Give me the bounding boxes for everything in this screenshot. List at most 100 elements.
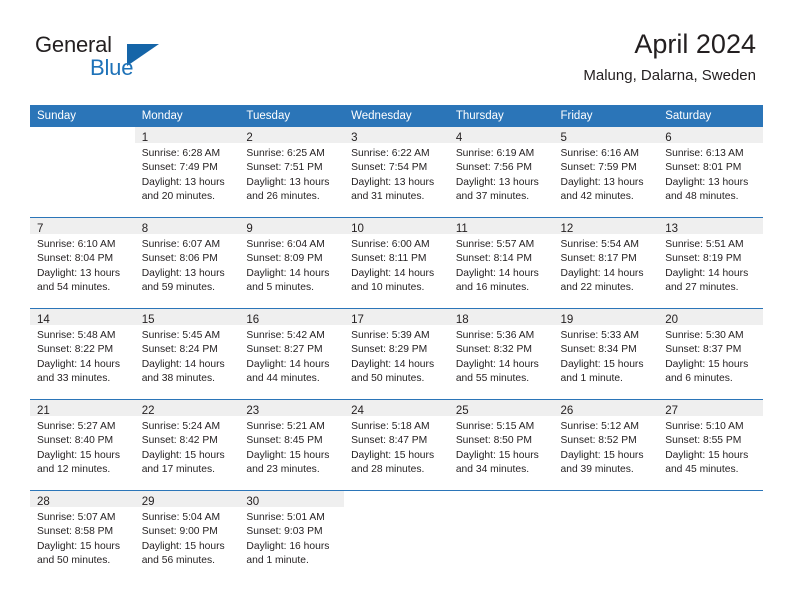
day-detail-line: Daylight: 14 hours [665, 267, 749, 279]
calendar-day-cell[interactable]: 1 Sunrise: 6:28 AM Sunset: 7:49 PM Daylight… [134, 127, 240, 218]
day-number-strip: 2 [239, 127, 345, 144]
day-detail-line: Sunset: 8:09 PM [246, 253, 323, 265]
day-number-strip: 9 [239, 218, 345, 235]
page-header: General Blue April 2024 Malung, Dalarna,… [0, 0, 792, 100]
day-detail-line: Sunset: 8:04 PM [37, 253, 114, 265]
day-number: 18 [455, 314, 469, 326]
day-detail-line: Sunrise: 5:33 AM [560, 330, 639, 341]
day-detail-line: and 22 minutes. [560, 281, 634, 293]
day-details: Sunrise: 5:18 AM Sunset: 8:47 PM Daylight:… [344, 416, 449, 477]
day-detail-line: and 6 minutes. [665, 372, 733, 384]
day-details: Sunrise: 5:24 AM Sunset: 8:42 PM Daylight:… [135, 416, 240, 477]
day-detail-line: and 38 minutes. [141, 372, 215, 384]
day-details: Sunrise: 6:10 AM Sunset: 8:04 PM Daylight:… [30, 234, 135, 295]
day-detail-line: Sunset: 8:27 PM [246, 344, 323, 356]
day-detail-line: Daylight: 15 hours [141, 449, 225, 461]
day-detail-line: Sunset: 7:54 PM [351, 162, 428, 174]
calendar-day-cell[interactable]: 21 Sunrise: 5:27 AM Sunset: 8:40 PM Dayligh… [30, 399, 135, 491]
day-detail-line: Sunrise: 6:13 AM [665, 148, 744, 159]
day-detail-line: Sunset: 8:32 PM [455, 344, 532, 356]
day-detail-line: Sunrise: 5:12 AM [560, 421, 639, 432]
calendar-week-row: 14 Sunrise: 5:48 AM Sunset: 8:22 PM Dayligh… [30, 308, 763, 400]
calendar-day-cell[interactable]: 6 Sunrise: 6:13 AM Sunset: 8:01 PM Daylight… [658, 127, 763, 218]
calendar-day-cell[interactable]: 12 Sunrise: 5:54 AM Sunset: 8:17 PM Dayligh… [553, 217, 659, 309]
day-detail-line: Daylight: 14 hours [455, 358, 539, 370]
weekday-header-wednesday: Wednesday [344, 105, 449, 127]
calendar-day-cell[interactable]: 25 Sunrise: 5:15 AM Sunset: 8:50 PM Dayligh… [448, 399, 554, 491]
day-number-strip: 10 [344, 218, 449, 235]
day-number: 24 [351, 405, 364, 417]
calendar-week-row: 28 Sunrise: 5:07 AM Sunset: 8:58 PM Dayligh… [30, 490, 763, 581]
day-details: Sunrise: 5:04 AM Sunset: 9:00 PM Daylight:… [135, 507, 240, 568]
day-details: Sunrise: 5:33 AM Sunset: 8:34 PM Daylight:… [554, 325, 659, 386]
day-detail-line: and 54 minutes. [37, 281, 111, 293]
calendar-day-cell[interactable]: 15 Sunrise: 5:45 AM Sunset: 8:24 PM Dayligh… [134, 308, 240, 400]
day-detail-line: and 1 minute. [560, 372, 623, 384]
day-detail-line: Sunrise: 5:39 AM [351, 330, 430, 341]
calendar-day-cell[interactable]: 4 Sunrise: 6:19 AM Sunset: 7:56 PM Daylight… [448, 127, 554, 218]
day-number-strip [554, 491, 659, 507]
day-detail-line: Sunrise: 5:24 AM [141, 421, 221, 432]
day-number: 7 [37, 223, 44, 235]
page-subtitle: Malung, Dalarna, Sweden [583, 67, 756, 84]
day-detail-line: Daylight: 15 hours [141, 540, 225, 552]
calendar-day-cell[interactable]: 18 Sunrise: 5:36 AM Sunset: 8:32 PM Dayligh… [448, 308, 554, 400]
calendar-day-cell[interactable]: 26 Sunrise: 5:12 AM Sunset: 8:52 PM Dayligh… [553, 399, 659, 491]
calendar-day-cell[interactable]: 28 Sunrise: 5:07 AM Sunset: 8:58 PM Dayligh… [30, 490, 135, 581]
day-number: 10 [351, 223, 364, 235]
day-number: 16 [246, 314, 260, 326]
day-detail-line: Sunrise: 5:10 AM [665, 421, 744, 432]
calendar-day-cell[interactable]: 7 Sunrise: 6:10 AM Sunset: 8:04 PM Daylight… [30, 217, 135, 309]
day-number-strip: 24 [344, 400, 449, 417]
day-number: 27 [665, 405, 679, 417]
day-number: 28 [37, 496, 50, 508]
day-number-strip: 23 [239, 400, 345, 417]
day-number-strip: 11 [448, 218, 554, 235]
day-detail-line: Sunset: 8:29 PM [351, 344, 428, 356]
day-number-strip: 16 [239, 309, 345, 326]
day-number-strip [658, 491, 763, 507]
day-number: 19 [560, 314, 574, 326]
calendar-table: Sunday Monday Tuesday Wednesday Thursday Frid… [30, 105, 763, 581]
day-details: Sunrise: 5:36 AM Sunset: 8:32 PM Daylight:… [449, 325, 554, 386]
calendar-day-cell[interactable]: 11 Sunrise: 5:57 AM Sunset: 8:14 PM Dayligh… [448, 217, 554, 309]
day-number: 23 [246, 405, 260, 417]
calendar-day-cell[interactable]: 29 Sunrise: 5:04 AM Sunset: 9:00 PM Dayligh… [134, 490, 240, 581]
calendar-day-cell[interactable]: 19 Sunrise: 5:33 AM Sunset: 8:34 PM Dayligh… [553, 308, 659, 400]
calendar-day-cell[interactable]: 8 Sunrise: 6:07 AM Sunset: 8:06 PM Daylight… [134, 217, 240, 309]
calendar-day-cell[interactable]: 10 Sunrise: 6:00 AM Sunset: 8:11 PM Dayligh… [344, 217, 449, 309]
day-number-strip: 7 [30, 218, 135, 235]
day-details: Sunrise: 5:51 AM Sunset: 8:19 PM Daylight:… [658, 234, 763, 295]
day-details: Sunrise: 5:39 AM Sunset: 8:29 PM Daylight:… [344, 325, 449, 386]
calendar-day-cell[interactable]: 30 Sunrise: 5:01 AM Sunset: 9:03 PM Dayligh… [239, 490, 345, 581]
calendar-day-cell[interactable]: 9 Sunrise: 6:04 AM Sunset: 8:09 PM Daylight… [239, 217, 345, 309]
calendar-day-cell[interactable]: 3 Sunrise: 6:22 AM Sunset: 7:54 PM Daylight… [344, 127, 449, 218]
day-detail-line: and 33 minutes. [37, 372, 111, 384]
day-number: 4 [455, 132, 463, 144]
day-detail-line: Sunrise: 6:19 AM [455, 148, 535, 159]
day-details: Sunrise: 6:00 AM Sunset: 8:11 PM Daylight:… [344, 234, 449, 295]
weekday-header-friday: Friday [553, 105, 659, 127]
calendar-day-cell[interactable]: 2 Sunrise: 6:25 AM Sunset: 7:51 PM Daylight… [239, 127, 345, 218]
day-detail-line: Sunrise: 6:16 AM [560, 148, 639, 159]
day-number: 11 [455, 223, 468, 235]
day-detail-line: Sunset: 8:45 PM [246, 435, 323, 447]
day-number-strip: 13 [658, 218, 763, 235]
day-detail-line: and 17 minutes. [141, 463, 215, 475]
day-detail-line: Sunset: 9:03 PM [246, 526, 323, 538]
calendar-day-cell[interactable]: 20 Sunrise: 5:30 AM Sunset: 8:37 PM Dayligh… [658, 308, 763, 400]
calendar-day-cell[interactable]: 22 Sunrise: 5:24 AM Sunset: 8:42 PM Dayligh… [134, 399, 240, 491]
calendar-day-cell[interactable]: 16 Sunrise: 5:42 AM Sunset: 8:27 PM Dayligh… [239, 308, 345, 400]
calendar-day-cell[interactable]: 27 Sunrise: 5:10 AM Sunset: 8:55 PM Dayligh… [658, 399, 763, 491]
calendar-day-cell[interactable]: 24 Sunrise: 5:18 AM Sunset: 8:47 PM Dayligh… [344, 399, 449, 491]
calendar-day-cell[interactable]: 13 Sunrise: 5:51 AM Sunset: 8:19 PM Dayligh… [658, 217, 763, 309]
calendar-day-cell[interactable]: 23 Sunrise: 5:21 AM Sunset: 8:45 PM Dayligh… [239, 399, 345, 491]
calendar-day-cell[interactable]: 14 Sunrise: 5:48 AM Sunset: 8:22 PM Dayligh… [30, 308, 135, 400]
calendar-day-cell[interactable]: 17 Sunrise: 5:39 AM Sunset: 8:29 PM Dayligh… [344, 308, 449, 400]
day-detail-line: Sunrise: 6:25 AM [246, 148, 325, 159]
day-detail-line: Sunset: 7:49 PM [141, 162, 218, 174]
day-number: 1 [141, 132, 149, 144]
calendar-grid: Sunday Monday Tuesday Wednesday Thursday Frid… [30, 105, 763, 581]
calendar-day-cell[interactable]: 5 Sunrise: 6:16 AM Sunset: 7:59 PM Daylight… [553, 127, 659, 218]
day-detail-line: Daylight: 13 hours [560, 176, 644, 188]
